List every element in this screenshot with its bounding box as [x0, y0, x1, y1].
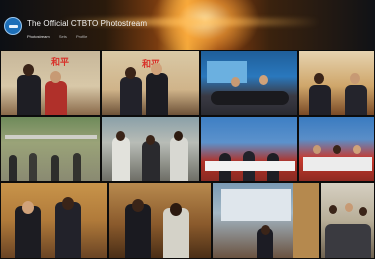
- photo-tile[interactable]: [200, 50, 298, 116]
- photo-grid: 和平 和平: [0, 50, 375, 259]
- header-banner: The Official CTBTO Photostream Photostre…: [0, 0, 375, 50]
- photo-tile[interactable]: [298, 116, 375, 182]
- photo-tile[interactable]: [108, 182, 212, 259]
- nav-photostream[interactable]: Photostream: [27, 34, 50, 39]
- photo-tile[interactable]: [212, 182, 320, 259]
- photo-tile[interactable]: [0, 116, 101, 182]
- photo-tile[interactable]: [298, 50, 375, 116]
- photo-tile[interactable]: [200, 116, 298, 182]
- photo-tile[interactable]: [0, 182, 108, 259]
- ctbto-logo-icon[interactable]: [4, 17, 22, 35]
- photostream-title[interactable]: The Official CTBTO Photostream: [27, 19, 147, 28]
- photo-tile[interactable]: [101, 116, 200, 182]
- photo-tile[interactable]: 和平: [101, 50, 200, 116]
- photostream-nav: Photostream Sets Profile: [27, 34, 95, 39]
- photo-tile[interactable]: 和平: [0, 50, 101, 116]
- nav-profile[interactable]: Profile: [76, 34, 87, 39]
- nav-sets[interactable]: Sets: [59, 34, 67, 39]
- photostream-page: The Official CTBTO Photostream Photostre…: [0, 0, 375, 259]
- photo-tile[interactable]: [320, 182, 375, 259]
